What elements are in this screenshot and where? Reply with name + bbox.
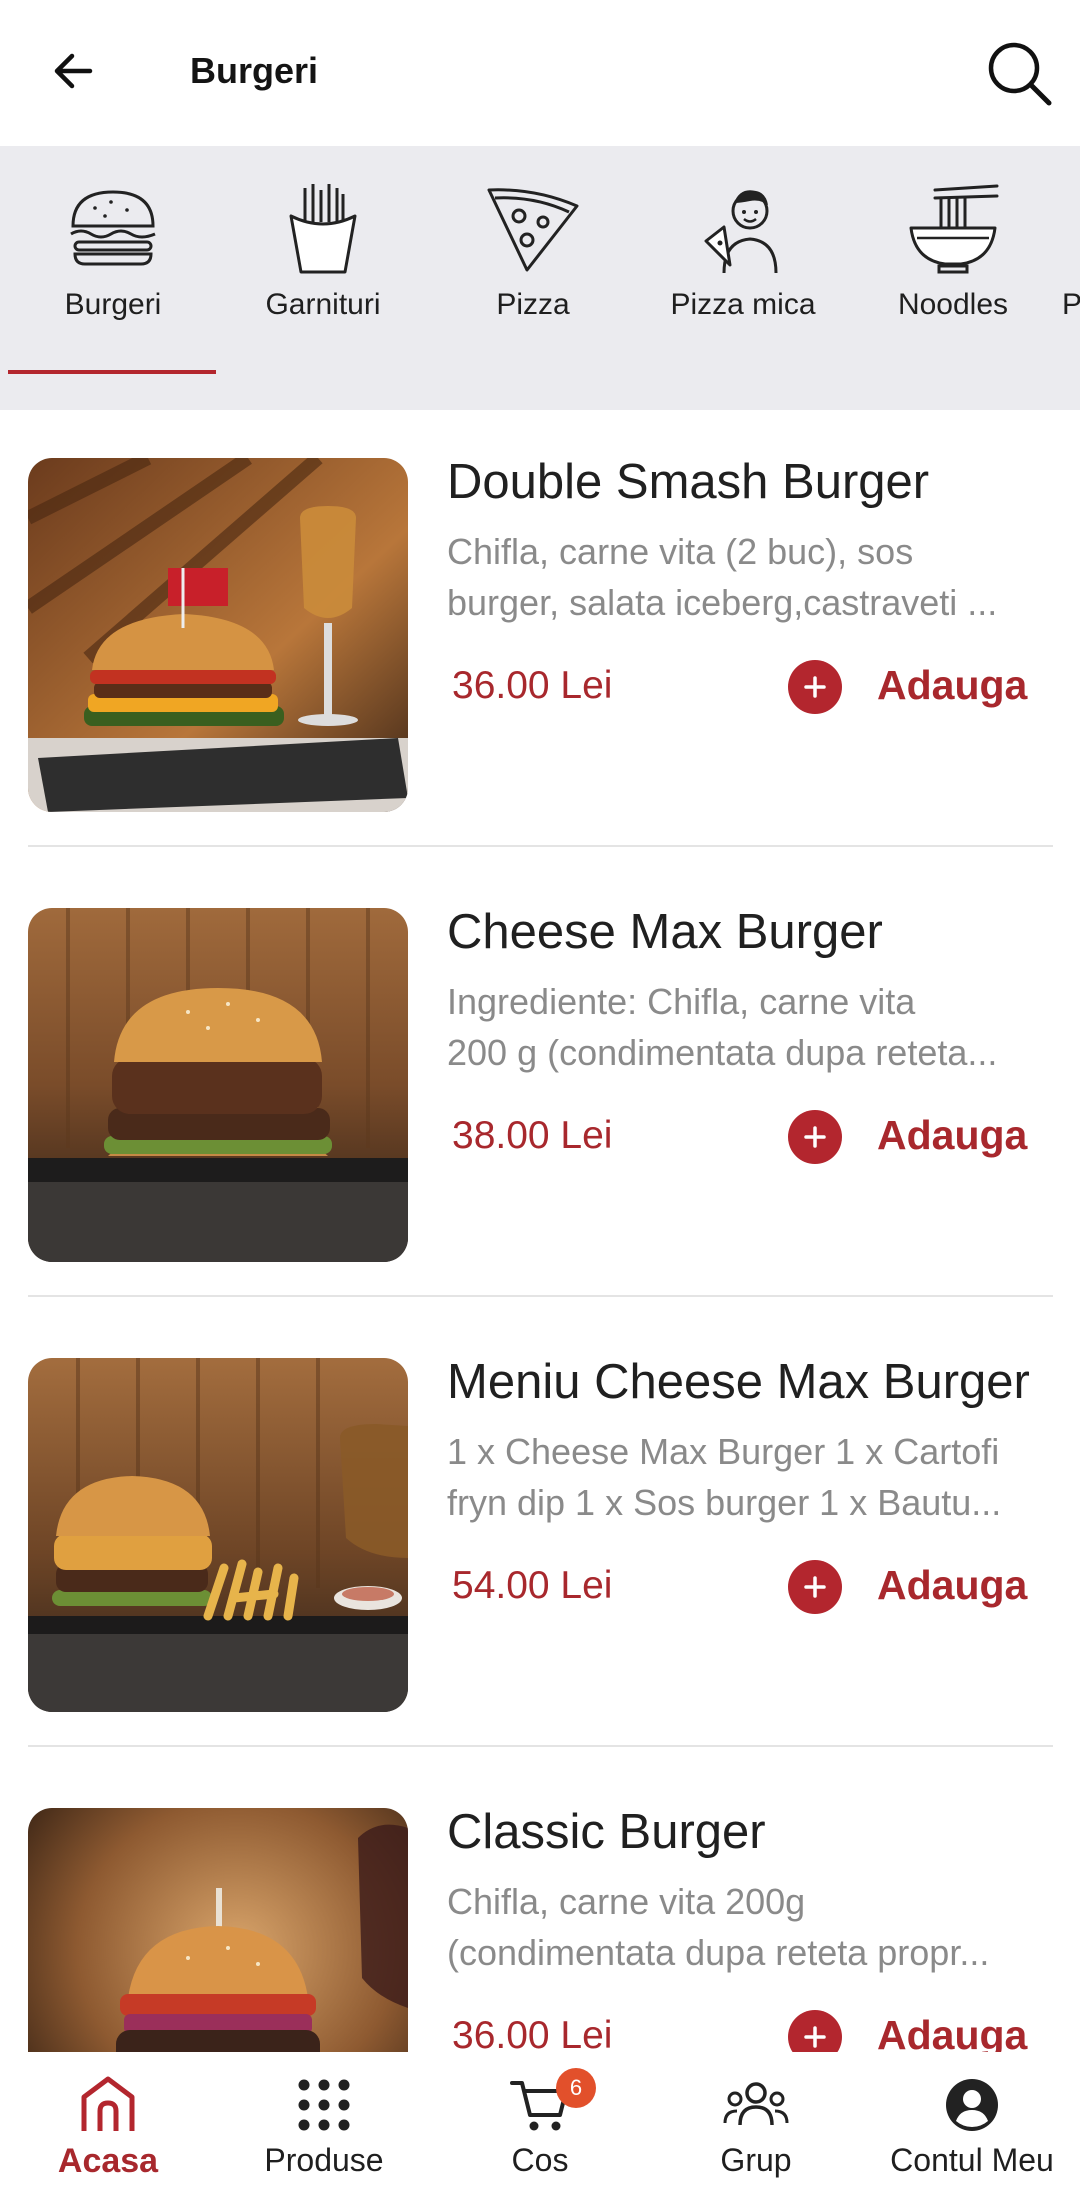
description-line: fryn dip 1 x Sos burger 1 x Bautu... bbox=[447, 1482, 1002, 1523]
app-header: Burgeri bbox=[0, 0, 1080, 146]
search-button[interactable] bbox=[982, 36, 1056, 110]
product-description: Ingrediente: Chifla, carne vita 200 g (c… bbox=[447, 976, 1053, 1078]
nav-label: Grup bbox=[720, 2142, 792, 2178]
product-description: 1 x Cheese Max Burger 1 x Cartofi fryn d… bbox=[447, 1426, 1053, 1528]
description-line: burger, salata iceberg,castraveti ... bbox=[447, 582, 998, 623]
description-line: Chifla, carne vita 200g bbox=[447, 1881, 806, 1922]
category-strip: Burgeri Garnituri Pizza Pizza mica Noodl… bbox=[0, 146, 1080, 410]
category-label: Noodles bbox=[897, 288, 1009, 321]
description-line: 200 g (condimentata dupa reteta... bbox=[447, 1032, 998, 1073]
nav-item-grup[interactable]: Grup bbox=[648, 2052, 864, 2199]
plus-icon bbox=[788, 1560, 842, 1614]
plus-icon bbox=[788, 1110, 842, 1164]
add-to-cart-button[interactable]: Adauga bbox=[788, 1556, 1028, 1616]
product-item[interactable]: Meniu Cheese Max Burger 1 x Cheese Max B… bbox=[0, 1355, 1080, 1808]
page-title: Burgeri bbox=[190, 50, 319, 91]
cart-count-badge: 6 bbox=[556, 2068, 596, 2108]
grid-icon bbox=[216, 2070, 432, 2140]
product-description: Chifla, carne vita (2 buc), sos burger, … bbox=[447, 526, 1053, 628]
kid-pizza-icon bbox=[638, 178, 848, 278]
account-icon bbox=[864, 2070, 1080, 2140]
divider bbox=[28, 1295, 1053, 1297]
category-partial[interactable]: P bbox=[1058, 146, 1080, 410]
add-label: Adauga bbox=[877, 662, 1028, 708]
description-line: Chifla, carne vita (2 buc), sos bbox=[447, 531, 914, 572]
cart-icon bbox=[432, 2070, 648, 2140]
category-label: Garnituri bbox=[265, 288, 381, 321]
product-item[interactable]: Double Smash Burger Chifla, carne vita (… bbox=[0, 455, 1080, 908]
noodles-icon bbox=[848, 178, 1058, 278]
nav-item-produse[interactable]: Produse bbox=[216, 2052, 432, 2199]
category-label: Pizza bbox=[496, 288, 570, 321]
category-garnituri[interactable]: Garnituri bbox=[218, 146, 428, 410]
product-image-meniu-cheese-max-burger bbox=[28, 1358, 408, 1712]
product-item[interactable]: Cheese Max Burger Ingrediente: Chifla, c… bbox=[0, 905, 1080, 1358]
nav-item-contul-meu[interactable]: Contul Meu bbox=[864, 2052, 1080, 2199]
product-description: Chifla, carne vita 200g (condimentata du… bbox=[447, 1876, 1053, 1978]
add-label: Adauga bbox=[877, 1112, 1028, 1158]
product-price: 36.00 Lei bbox=[452, 664, 613, 707]
product-name: Cheese Max Burger bbox=[447, 905, 883, 959]
category-noodles[interactable]: Noodles bbox=[848, 146, 1058, 410]
search-icon bbox=[988, 42, 1052, 106]
pizza-slice-icon bbox=[428, 178, 638, 278]
burger-icon bbox=[8, 178, 218, 278]
product-name: Double Smash Burger bbox=[447, 455, 930, 509]
category-selected-indicator bbox=[8, 370, 216, 374]
divider bbox=[28, 845, 1053, 847]
product-image-cheese-max-burger bbox=[28, 908, 408, 1262]
bottom-navigation: Acasa Produse 6 Cos Grup Contul Meu bbox=[0, 2052, 1080, 2199]
description-line: 1 x Cheese Max Burger 1 x Cartofi bbox=[447, 1431, 1000, 1472]
product-price: 38.00 Lei bbox=[452, 1114, 613, 1157]
category-label: Pizza mica bbox=[670, 288, 816, 321]
plus-icon bbox=[788, 660, 842, 714]
nav-label: Cos bbox=[511, 2142, 569, 2178]
category-label: Burgeri bbox=[64, 288, 162, 321]
description-line: (condimentata dupa reteta propr... bbox=[447, 1932, 990, 1973]
description-line: Ingrediente: Chifla, carne vita bbox=[447, 981, 916, 1022]
add-to-cart-button[interactable]: Adauga bbox=[788, 656, 1028, 716]
fries-icon bbox=[218, 178, 428, 278]
category-burgeri[interactable]: Burgeri bbox=[8, 146, 218, 410]
group-icon bbox=[648, 2070, 864, 2140]
product-name: Classic Burger bbox=[447, 1805, 766, 1859]
category-pizza[interactable]: Pizza bbox=[428, 146, 638, 410]
product-price: 54.00 Lei bbox=[452, 1564, 613, 1607]
divider bbox=[28, 1745, 1053, 1747]
nav-item-cos[interactable]: 6 Cos bbox=[432, 2052, 648, 2199]
category-pizza-mica[interactable]: Pizza mica bbox=[638, 146, 848, 410]
nav-label: Produse bbox=[264, 2142, 384, 2178]
nav-item-acasa[interactable]: Acasa bbox=[0, 2052, 216, 2199]
product-image-double-smash-burger bbox=[28, 458, 408, 812]
arrow-left-icon bbox=[54, 53, 93, 89]
nav-label: Acasa bbox=[57, 2142, 159, 2180]
home-icon bbox=[0, 2070, 216, 2140]
product-name: Meniu Cheese Max Burger bbox=[447, 1355, 1030, 1409]
add-label: Adauga bbox=[877, 1562, 1028, 1608]
add-to-cart-button[interactable]: Adauga bbox=[788, 1106, 1028, 1166]
nav-label: Contul Meu bbox=[890, 2142, 1054, 2178]
category-label: P bbox=[1062, 288, 1080, 321]
back-button[interactable] bbox=[38, 36, 108, 106]
